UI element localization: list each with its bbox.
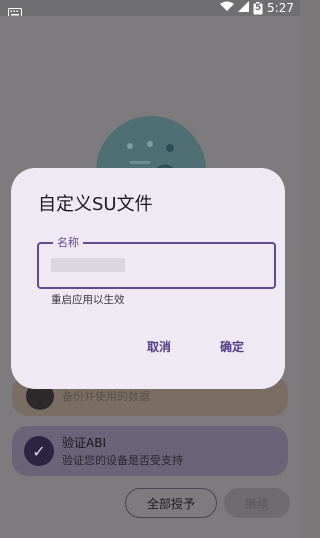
clock: 5:27 — [267, 1, 294, 15]
cancel-button[interactable]: 取消 — [147, 338, 171, 355]
wifi-icon — [220, 1, 235, 15]
battery-level: 5 — [255, 2, 262, 13]
keyboard-icon — [8, 3, 22, 18]
card-verify-abi-title: 验证ABI — [62, 436, 106, 450]
card-verify-abi-subtitle: 验证您的设备是否受支持 — [62, 454, 183, 467]
helper-text: 重启应用以生效 — [51, 294, 125, 306]
name-input-label: 名称 — [53, 234, 83, 250]
signal-icon — [238, 1, 250, 15]
card-backup-text: 备份并使用的数据 — [62, 390, 150, 403]
confirm-button[interactable]: 确定 — [220, 338, 244, 355]
checkmark-icon: ✓ — [24, 436, 54, 466]
battery-icon: 5 — [253, 1, 263, 15]
card-verify-abi[interactable]: ✓ 验证ABI 验证您的设备是否受支持 — [12, 426, 288, 476]
grant-all-button[interactable]: 全部授予 — [125, 488, 217, 518]
custom-su-dialog: 自定义SU文件 名称 重启应用以生效 取消 确定 — [11, 168, 285, 389]
continue-button[interactable]: 继续 — [224, 488, 290, 518]
name-input-value[interactable] — [51, 258, 125, 272]
status-bar: 5 5:27 — [0, 0, 300, 18]
dialog-title: 自定义SU文件 — [38, 194, 153, 215]
